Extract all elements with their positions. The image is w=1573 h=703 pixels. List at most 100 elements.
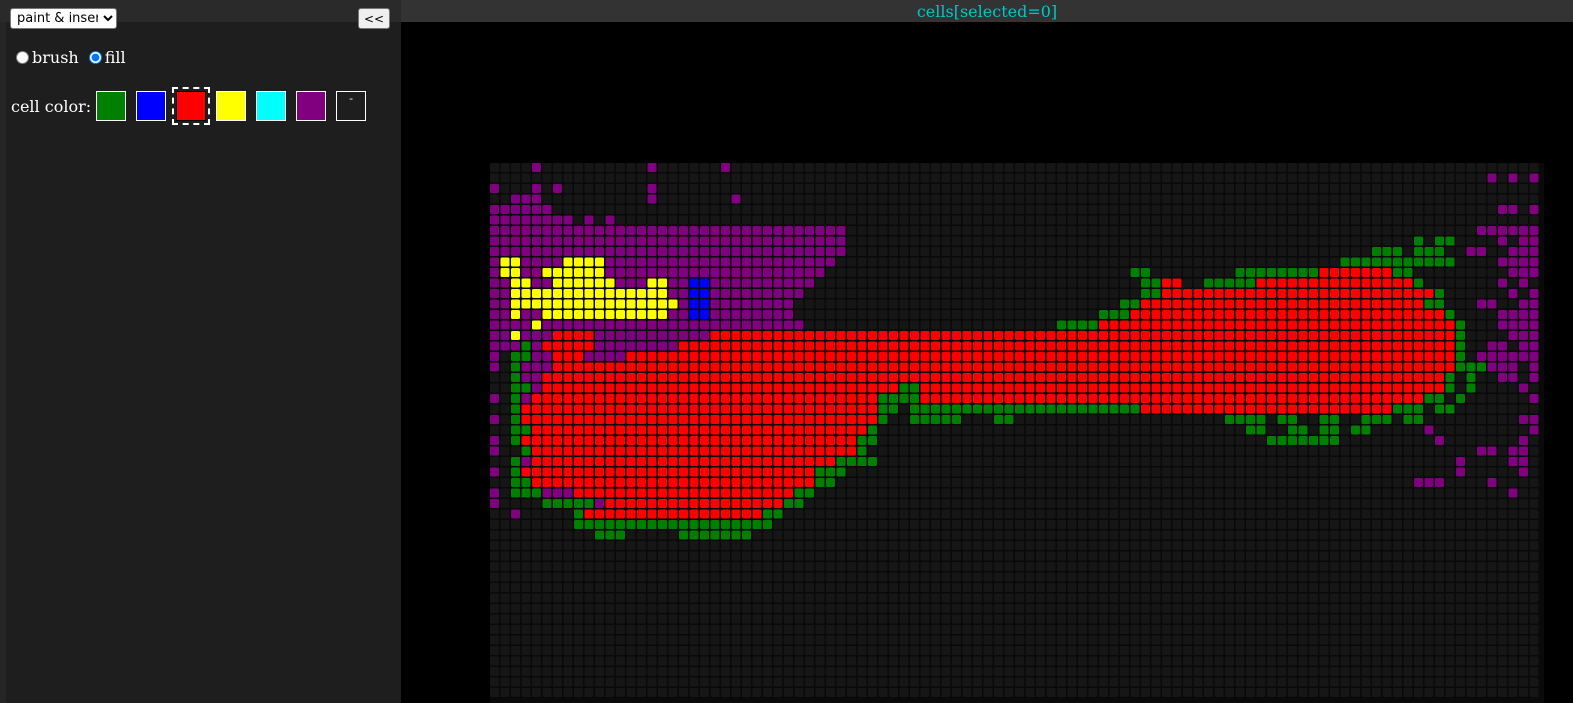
grid-cell[interactable] xyxy=(658,215,667,225)
grid-cell[interactable] xyxy=(1529,331,1539,340)
grid-cell[interactable] xyxy=(752,404,762,414)
grid-cell[interactable] xyxy=(490,394,499,403)
grid-cell[interactable] xyxy=(752,520,762,529)
grid-cell[interactable] xyxy=(1036,226,1045,235)
grid-cell[interactable] xyxy=(731,383,741,393)
grid-cell[interactable] xyxy=(532,268,541,277)
grid-cell[interactable] xyxy=(1529,646,1539,655)
grid-cell[interactable] xyxy=(1162,635,1171,645)
grid-cell[interactable] xyxy=(1498,352,1507,361)
grid-cell[interactable] xyxy=(584,425,594,435)
grid-cell[interactable] xyxy=(1288,373,1297,382)
grid-cell[interactable] xyxy=(511,247,520,256)
grid-cell[interactable] xyxy=(1340,257,1350,267)
grid-cell[interactable] xyxy=(1099,509,1108,519)
grid-cell[interactable] xyxy=(700,236,709,246)
grid-cell[interactable] xyxy=(784,541,793,550)
grid-cell[interactable] xyxy=(553,551,562,561)
grid-cell[interactable] xyxy=(511,215,520,225)
grid-cell[interactable] xyxy=(1109,446,1119,456)
grid-cell[interactable] xyxy=(899,383,909,393)
grid-cell[interactable] xyxy=(1256,614,1266,624)
grid-cell[interactable] xyxy=(679,236,688,246)
grid-cell[interactable] xyxy=(1046,509,1056,519)
grid-cell[interactable] xyxy=(962,331,972,340)
grid-cell[interactable] xyxy=(857,383,867,393)
grid-cell[interactable] xyxy=(1498,478,1507,487)
grid-cell[interactable] xyxy=(773,278,783,288)
grid-cell[interactable] xyxy=(931,551,940,561)
grid-cell[interactable] xyxy=(574,677,583,687)
grid-cell[interactable] xyxy=(1109,530,1119,540)
grid-cell[interactable] xyxy=(731,446,741,456)
grid-cell[interactable] xyxy=(752,614,762,624)
grid-cell[interactable] xyxy=(1267,646,1276,655)
grid-cell[interactable] xyxy=(1193,593,1203,603)
grid-cell[interactable] xyxy=(532,415,541,424)
grid-cell[interactable] xyxy=(1372,614,1381,624)
grid-cell[interactable] xyxy=(1424,320,1434,330)
grid-cell[interactable] xyxy=(1414,625,1423,634)
grid-cell[interactable] xyxy=(1120,520,1129,529)
grid-cell[interactable] xyxy=(1183,425,1192,435)
grid-cell[interactable] xyxy=(983,646,993,655)
grid-cell[interactable] xyxy=(1424,656,1434,666)
grid-cell[interactable] xyxy=(773,646,783,655)
grid-cell[interactable] xyxy=(1393,667,1402,676)
grid-cell[interactable] xyxy=(973,404,982,414)
grid-cell[interactable] xyxy=(721,667,730,676)
grid-cell[interactable] xyxy=(1498,635,1507,645)
grid-cell[interactable] xyxy=(679,278,688,288)
grid-cell[interactable] xyxy=(511,551,520,561)
grid-cell[interactable] xyxy=(1046,457,1056,466)
grid-cell[interactable] xyxy=(1309,236,1318,246)
grid-cell[interactable] xyxy=(1382,247,1392,256)
grid-cell[interactable] xyxy=(1319,268,1329,277)
grid-cell[interactable] xyxy=(1424,635,1434,645)
grid-cell[interactable] xyxy=(1288,310,1297,319)
grid-cell[interactable] xyxy=(626,646,636,655)
grid-cell[interactable] xyxy=(1025,541,1035,550)
grid-cell[interactable] xyxy=(742,215,751,225)
grid-cell[interactable] xyxy=(868,352,877,361)
grid-cell[interactable] xyxy=(532,478,541,487)
grid-cell[interactable] xyxy=(1172,446,1182,456)
grid-cell[interactable] xyxy=(983,394,993,403)
grid-cell[interactable] xyxy=(1025,625,1035,634)
grid-cell[interactable] xyxy=(1498,530,1507,540)
grid-cell[interactable] xyxy=(1519,226,1528,235)
grid-cell[interactable] xyxy=(1151,646,1161,655)
grid-cell[interactable] xyxy=(1414,278,1423,288)
grid-cell[interactable] xyxy=(1214,625,1224,634)
grid-cell[interactable] xyxy=(878,667,888,676)
grid-cell[interactable] xyxy=(1109,436,1119,445)
grid-cell[interactable] xyxy=(1057,604,1066,613)
grid-cell[interactable] xyxy=(1025,226,1035,235)
grid-cell[interactable] xyxy=(1099,173,1108,183)
grid-cell[interactable] xyxy=(1519,383,1528,393)
grid-cell[interactable] xyxy=(1435,310,1444,319)
grid-cell[interactable] xyxy=(542,604,552,613)
grid-cell[interactable] xyxy=(1067,163,1077,172)
grid-cell[interactable] xyxy=(1151,425,1161,435)
grid-cell[interactable] xyxy=(1067,467,1077,477)
grid-cell[interactable] xyxy=(721,383,730,393)
grid-cell[interactable] xyxy=(815,215,825,225)
grid-cell[interactable] xyxy=(658,541,667,550)
grid-cell[interactable] xyxy=(1330,478,1339,487)
grid-cell[interactable] xyxy=(1036,425,1045,435)
grid-cell[interactable] xyxy=(742,247,751,256)
grid-cell[interactable] xyxy=(689,446,699,456)
grid-cell[interactable] xyxy=(983,215,993,225)
grid-cell[interactable] xyxy=(1183,362,1192,372)
grid-cell[interactable] xyxy=(500,635,510,645)
grid-cell[interactable] xyxy=(1340,667,1350,676)
grid-cell[interactable] xyxy=(1519,341,1528,351)
grid-cell[interactable] xyxy=(983,425,993,435)
grid-cell[interactable] xyxy=(1414,656,1423,666)
grid-cell[interactable] xyxy=(847,425,856,435)
grid-cell[interactable] xyxy=(689,457,699,466)
grid-cell[interactable] xyxy=(1004,667,1014,676)
grid-cell[interactable] xyxy=(721,299,730,309)
grid-cell[interactable] xyxy=(794,446,804,456)
